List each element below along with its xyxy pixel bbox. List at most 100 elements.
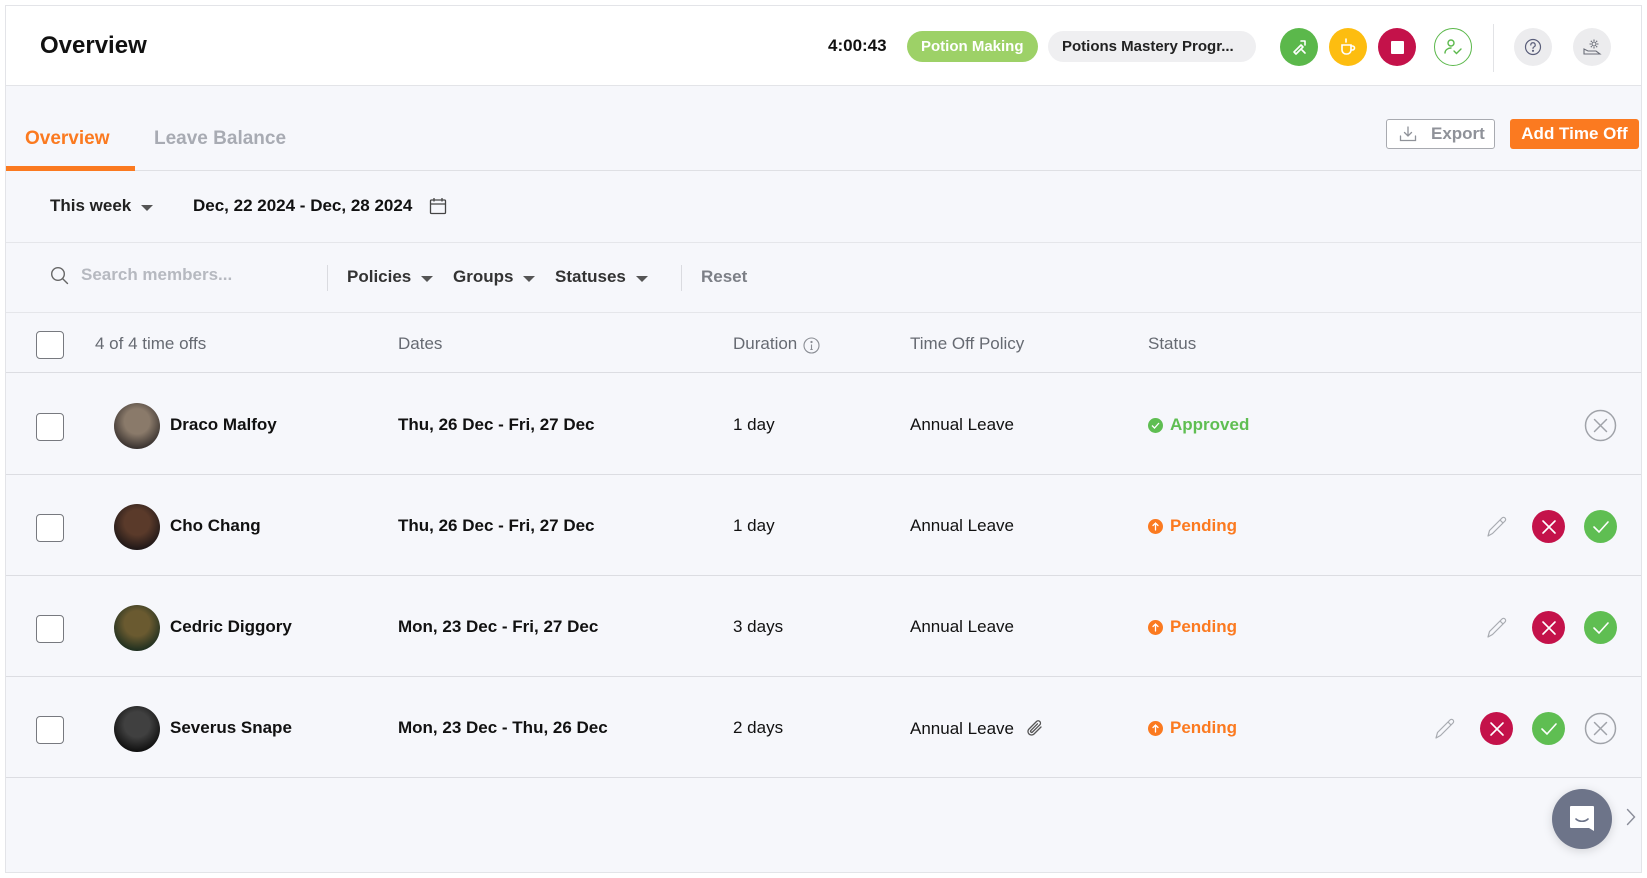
calendar-icon	[429, 197, 447, 215]
caret-down-icon	[421, 275, 434, 282]
time-off-policy: Annual Leave	[910, 516, 1014, 536]
settings-button[interactable]	[1573, 28, 1611, 66]
deny-button[interactable]	[1480, 712, 1513, 745]
status-badge: Approved	[1148, 415, 1249, 435]
row-checkbox[interactable]	[36, 615, 64, 643]
filter-divider	[327, 265, 328, 291]
attachment-icon[interactable]	[1024, 718, 1046, 740]
approve-button[interactable]	[1532, 712, 1565, 745]
status-label: Pending	[1170, 718, 1238, 737]
reset-filters-button[interactable]: Reset	[701, 267, 747, 287]
cancel-circle-icon	[1584, 409, 1617, 442]
switch-task-button[interactable]	[1280, 28, 1318, 66]
status-label: Pending	[1170, 617, 1238, 636]
time-off-duration: 1 day	[733, 516, 775, 535]
time-off-dates: Thu, 26 Dec - Fri, 27 Dec	[398, 516, 595, 535]
status-label: Pending	[1170, 516, 1238, 535]
task-pill[interactable]: Potions Mastery Progr...	[1048, 31, 1256, 62]
export-button[interactable]: Export	[1386, 119, 1495, 149]
active-tab-indicator	[6, 166, 135, 171]
download-icon	[1399, 126, 1417, 142]
checkmark-icon	[1592, 520, 1609, 533]
table-row[interactable]: Cho Chang Thu, 26 Dec - Fri, 27 Dec 1 day A…	[6, 475, 1641, 576]
policy-label: Annual Leave	[910, 719, 1014, 738]
avatar	[114, 504, 160, 550]
table-row[interactable]: Severus Snape Mon, 23 Dec - Thu, 26 Dec 2 …	[6, 677, 1641, 778]
time-off-duration: 2 days	[733, 718, 784, 737]
stop-icon	[1390, 40, 1404, 54]
time-off-dates: Thu, 26 Dec - Fri, 27 Dec	[398, 415, 595, 434]
chevron-right-icon[interactable]	[1626, 808, 1636, 831]
chat-icon	[1570, 806, 1594, 831]
project-pill[interactable]: Potion Making	[907, 31, 1038, 62]
cancel-button[interactable]	[1584, 409, 1617, 442]
row-checkbox[interactable]	[36, 514, 64, 542]
time-off-duration: 1 day	[733, 415, 775, 434]
deny-button[interactable]	[1532, 510, 1565, 543]
close-x-icon	[1541, 620, 1556, 635]
approve-button[interactable]	[1584, 510, 1617, 543]
policy-label: Annual Leave	[910, 516, 1014, 535]
status-badge: Pending	[1148, 718, 1237, 738]
edit-button[interactable]	[1428, 712, 1461, 745]
tab-leave-balance[interactable]: Leave Balance	[154, 128, 286, 150]
edit-pencil-icon	[1486, 617, 1506, 638]
user-status-button[interactable]	[1434, 28, 1472, 66]
settings-icon	[1583, 39, 1602, 55]
caret-down-icon	[635, 275, 648, 282]
member-name[interactable]: Cedric Diggory	[170, 617, 292, 637]
statuses-label: Statuses	[555, 267, 626, 286]
time-off-dates: Mon, 23 Dec - Fri, 27 Dec	[398, 617, 599, 636]
policy-label: Annual Leave	[910, 617, 1014, 636]
close-x-icon	[1489, 721, 1504, 736]
member-name[interactable]: Cho Chang	[170, 516, 261, 536]
edit-button[interactable]	[1480, 611, 1513, 644]
policies-filter[interactable]: Policies	[347, 267, 434, 287]
groups-filter[interactable]: Groups	[453, 267, 536, 287]
edit-pencil-icon	[1486, 516, 1506, 537]
cancel-button[interactable]	[1584, 712, 1617, 745]
edit-button[interactable]	[1480, 510, 1513, 543]
tab-overview[interactable]: Overview	[25, 128, 110, 150]
avatar	[114, 403, 160, 449]
page-title: Overview	[40, 32, 147, 59]
table-row[interactable]: Cedric Diggory Mon, 23 Dec - Fri, 27 Dec 3…	[6, 576, 1641, 677]
member-name[interactable]: Draco Malfoy	[170, 415, 277, 435]
date-range-label: Dec, 22 2024 - Dec, 28 2024	[193, 196, 413, 215]
add-time-off-button[interactable]: Add Time Off	[1510, 119, 1639, 149]
select-all-checkbox[interactable]	[36, 331, 64, 359]
column-duration-label: Duration	[733, 334, 798, 353]
help-button[interactable]	[1514, 28, 1552, 66]
help-icon	[1524, 38, 1542, 56]
search-members-input[interactable]	[81, 265, 301, 285]
time-off-policy: Annual Leave	[910, 718, 1046, 740]
period-select[interactable]: This week	[50, 196, 154, 216]
chat-widget-button[interactable]	[1552, 789, 1612, 849]
export-label: Export	[1431, 124, 1485, 143]
break-button[interactable]	[1329, 28, 1367, 66]
time-off-policy: Annual Leave	[910, 617, 1014, 637]
table-row[interactable]: Draco Malfoy Thu, 26 Dec - Fri, 27 Dec 1 d…	[6, 374, 1641, 475]
avatar	[114, 605, 160, 651]
groups-label: Groups	[453, 267, 514, 286]
time-off-policy: Annual Leave	[910, 415, 1014, 435]
header-divider	[1493, 24, 1494, 72]
date-range-picker[interactable]: Dec, 22 2024 - Dec, 28 2024	[193, 196, 447, 216]
timer: 4:00:43	[828, 36, 887, 55]
status-label: Approved	[1170, 415, 1250, 434]
stop-timer-button[interactable]	[1378, 28, 1416, 66]
info-icon[interactable]	[803, 337, 820, 354]
edit-pencil-icon	[1434, 718, 1454, 739]
column-duration: Duration	[733, 334, 820, 354]
deny-button[interactable]	[1532, 611, 1565, 644]
row-checkbox[interactable]	[36, 413, 64, 441]
cancel-circle-icon	[1584, 712, 1617, 745]
approve-button[interactable]	[1584, 611, 1617, 644]
row-checkbox[interactable]	[36, 716, 64, 744]
statuses-filter[interactable]: Statuses	[555, 267, 648, 287]
caret-down-icon	[523, 275, 536, 282]
filter-divider	[681, 265, 682, 291]
member-name[interactable]: Severus Snape	[170, 718, 292, 738]
pending-arrow-icon	[1148, 720, 1163, 736]
approved-check-icon	[1148, 417, 1163, 433]
